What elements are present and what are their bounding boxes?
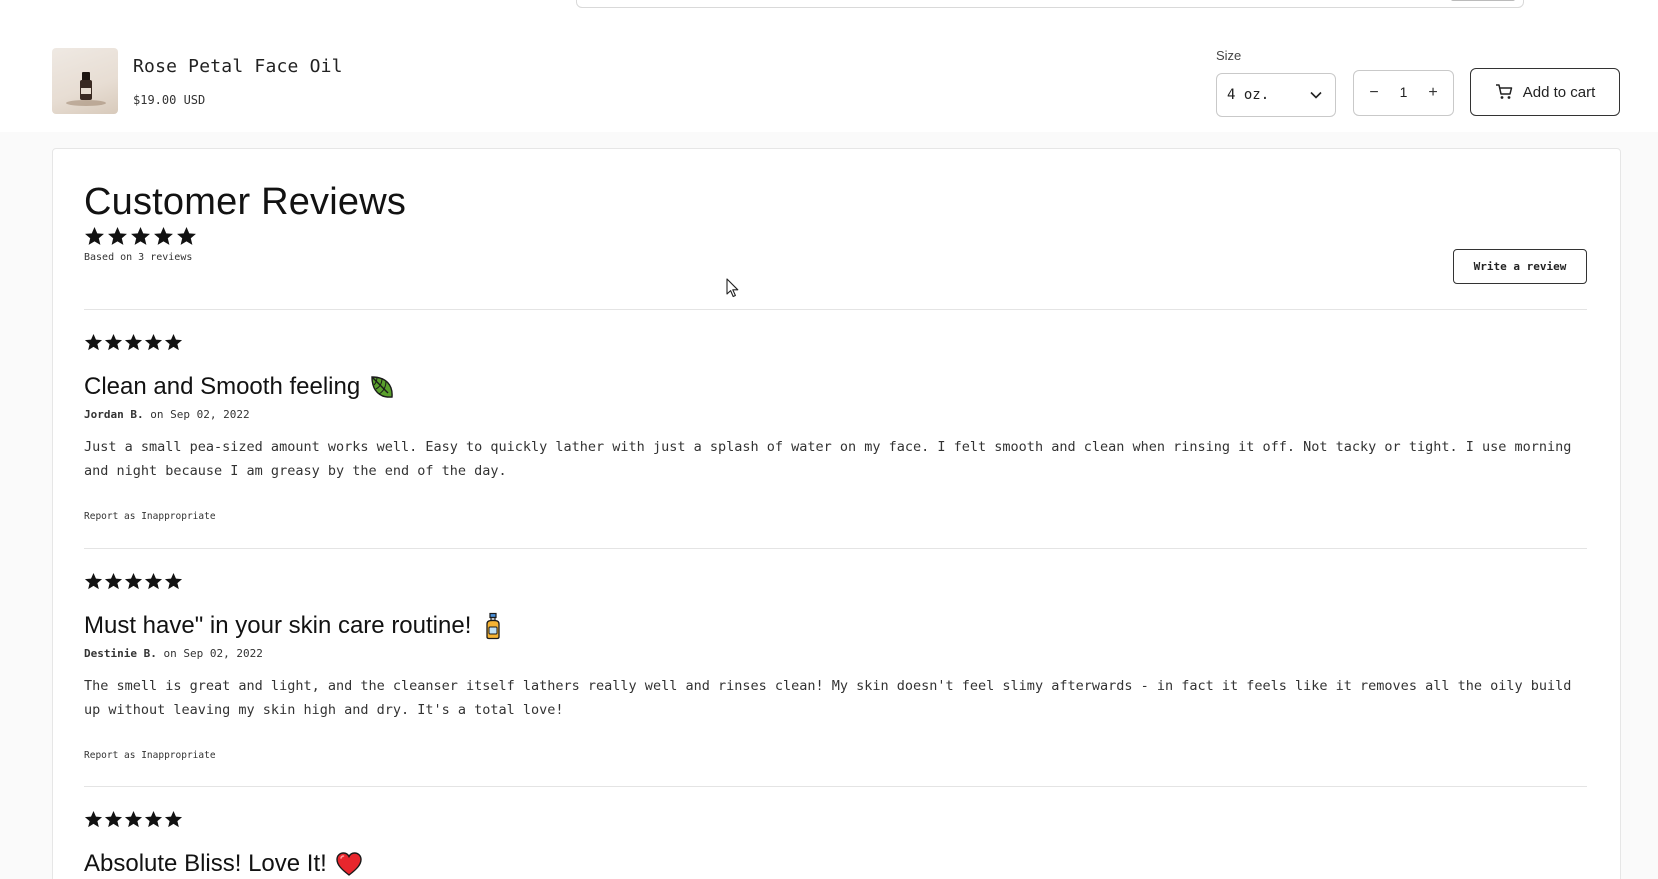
reviews-count: Based on 3 reviews (84, 252, 193, 263)
review-title: Must have" in your skin care routine! (84, 611, 1587, 641)
reviews-title: Customer Reviews (84, 181, 407, 223)
review-title-text: Clean and Smooth feeling (84, 373, 361, 400)
star-icon (84, 810, 103, 828)
review-item: Clean and Smooth feeling Jordan B. on Se… (84, 333, 1587, 522)
star-icon (131, 227, 150, 245)
star-icon (144, 572, 163, 590)
sticky-product-bar: Rose Petal Face Oil $19.00 USD Size 4 oz… (0, 0, 1658, 132)
star-icon (104, 333, 123, 351)
star-icon (164, 810, 183, 828)
mouse-cursor-icon (726, 278, 739, 298)
top-search-field[interactable] (576, 0, 1524, 8)
review-meta: Destinie B. on Sep 02, 2022 (84, 647, 1587, 660)
star-icon (164, 333, 183, 351)
chevron-down-icon (1310, 91, 1322, 99)
review-item: Must have" in your skin care routine! De… (84, 572, 1587, 761)
star-icon (124, 333, 143, 351)
review-rating-stars (84, 810, 1587, 831)
star-icon (177, 227, 196, 245)
review-author: Destinie B. (84, 647, 157, 660)
review-item: Absolute Bliss! Love It! (84, 810, 1587, 879)
divider (84, 309, 1587, 310)
add-to-cart-label: Add to cart (1522, 83, 1596, 101)
divider (84, 548, 1587, 549)
review-title-text: Absolute Bliss! Love It! (84, 850, 327, 877)
review-rating-stars (84, 572, 1587, 593)
star-icon (124, 810, 143, 828)
review-body: The smell is great and light, and the cl… (84, 678, 1572, 718)
product-price: $19.00 USD (133, 93, 206, 107)
review-title: Absolute Bliss! Love It! (84, 849, 1587, 879)
star-icon (124, 572, 143, 590)
quantity-increase-button[interactable]: + (1423, 83, 1443, 103)
review-title-text: Must have" in your skin care routine! (84, 612, 472, 639)
lotion-bottle-icon (486, 612, 501, 640)
product-thumbnail (52, 48, 118, 114)
divider (84, 786, 1587, 787)
quantity-stepper[interactable]: − 1 + (1353, 70, 1454, 116)
top-field-button[interactable] (1451, 0, 1515, 1)
summary-rating-stars (84, 226, 197, 247)
report-inappropriate-link[interactable]: Report as Inappropriate (84, 511, 1587, 522)
cart-icon (1495, 84, 1512, 99)
write-review-button[interactable]: Write a review (1453, 249, 1587, 284)
star-icon (108, 227, 127, 245)
star-icon (144, 333, 163, 351)
red-heart-icon (336, 852, 362, 876)
add-to-cart-button[interactable]: Add to cart (1470, 68, 1620, 116)
review-rating-stars (84, 333, 1587, 354)
review-title: Clean and Smooth feeling (84, 372, 1587, 402)
size-select[interactable]: 4 oz. (1216, 73, 1336, 117)
star-icon (84, 333, 103, 351)
product-name: Rose Petal Face Oil (133, 56, 343, 77)
review-date: on Sep 02, 2022 (150, 408, 250, 421)
review-meta: Jordan B. on Sep 02, 2022 (84, 408, 1587, 421)
star-icon (144, 810, 163, 828)
star-icon (164, 572, 183, 590)
size-selected-value: 4 oz. (1227, 87, 1270, 103)
star-icon (104, 572, 123, 590)
star-icon (84, 572, 103, 590)
review-author: Jordan B. (84, 408, 144, 421)
report-inappropriate-link[interactable]: Report as Inappropriate (84, 750, 1587, 761)
review-body: Just a small pea-sized amount works well… (84, 439, 1572, 479)
star-icon (85, 227, 104, 245)
leaf-icon (371, 376, 393, 398)
star-icon (104, 810, 123, 828)
size-label: Size (1216, 48, 1242, 63)
star-icon (154, 227, 173, 245)
review-date: on Sep 02, 2022 (163, 647, 263, 660)
